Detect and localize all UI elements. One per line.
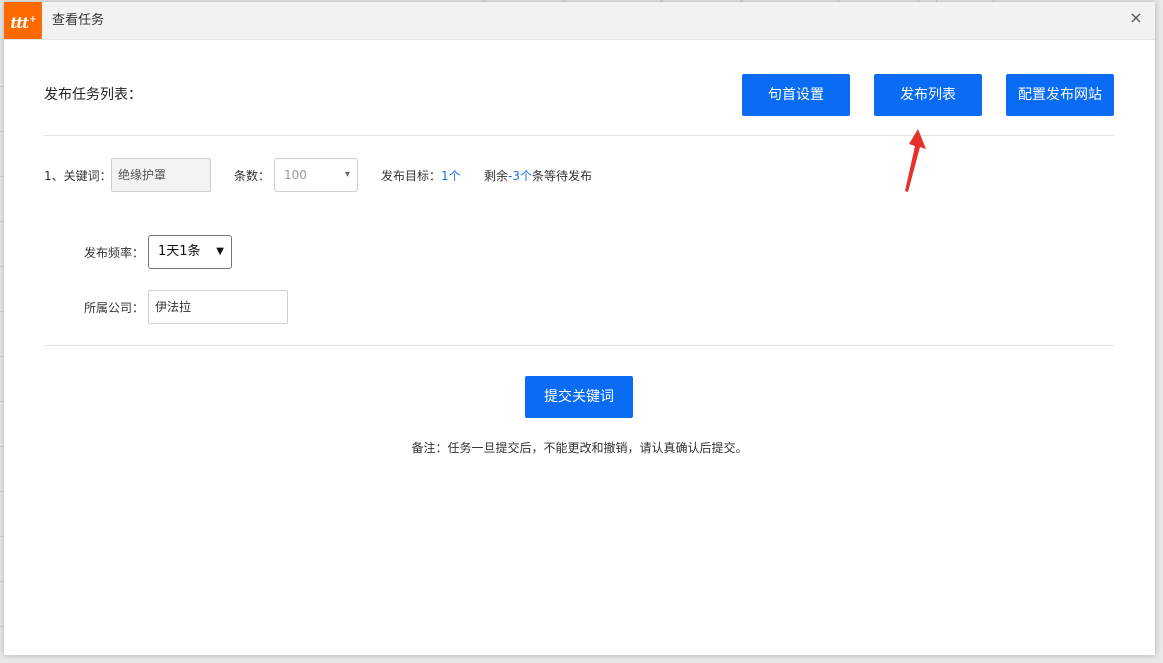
count-label: 条数： [234, 169, 271, 183]
red-arrow-icon [905, 129, 926, 192]
remaining-value: -3个 [508, 169, 532, 183]
app-logo: ttt+ [4, 2, 42, 39]
close-icon[interactable]: × [1127, 9, 1145, 27]
sentence-head-settings-button[interactable]: 句首设置 [742, 74, 850, 116]
keyword-label: 1、关键词： [44, 169, 112, 183]
bottom-divider [44, 345, 1114, 346]
remaining-suffix: 条等待发布 [531, 169, 592, 183]
frequency-select[interactable]: 1天1条 ▼ [148, 235, 232, 269]
count-select-value: 100 [284, 168, 307, 182]
submit-note: 备注：任务一旦提交后，不能更改和撤销，请认真确认后提交。 [411, 441, 748, 455]
dialog-titlebar: ttt+ 查看任务 × [4, 2, 1155, 40]
count-select[interactable]: 100 ▾ [274, 158, 358, 192]
submit-keywords-button[interactable]: 提交关键词 [525, 376, 633, 418]
chevron-down-icon: ▼ [216, 246, 224, 257]
dialog-title: 查看任务 [52, 13, 105, 28]
config-publish-site-button[interactable]: 配置发布网站 [1006, 74, 1114, 116]
chevron-down-icon: ▾ [344, 169, 350, 180]
view-task-dialog: ttt+ 查看任务 × 发布任务列表： 句首设置 发布列表 配置发布网站 1、关… [4, 2, 1155, 655]
publish-target-value: 1个 [441, 169, 461, 183]
keyword-field[interactable]: 绝缘护罩 [111, 158, 211, 192]
company-field[interactable]: 伊法拉 [148, 290, 288, 324]
top-divider [44, 135, 1114, 136]
section-title: 发布任务列表： [44, 87, 142, 103]
frequency-select-value: 1天1条 [158, 244, 201, 259]
publish-target: 发布目标：1个 [381, 167, 461, 184]
company-label: 所属公司： [84, 301, 145, 315]
publish-list-button[interactable]: 发布列表 [874, 74, 982, 116]
publish-target-label: 发布目标： [381, 169, 442, 183]
remaining-prefix: 剩余 [484, 169, 509, 183]
frequency-label: 发布频率： [84, 246, 145, 260]
remaining-count: 剩余-3个条等待发布 [484, 167, 592, 184]
